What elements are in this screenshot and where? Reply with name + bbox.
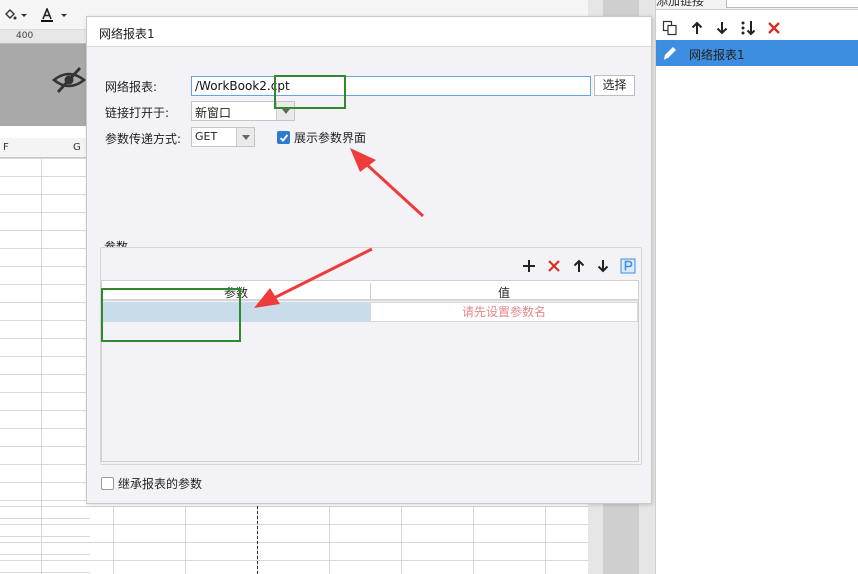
column-f-label: F (3, 142, 9, 153)
inherit-params-checkbox[interactable] (101, 477, 114, 490)
font-color-icon[interactable] (40, 8, 54, 22)
column-header-value: 值 (498, 286, 511, 300)
choose-button[interactable]: 选择 (594, 75, 635, 96)
link-panel-toolbar (656, 14, 858, 40)
column-header: F G (0, 138, 90, 158)
link-list-item[interactable]: 网络报表1 (656, 40, 858, 66)
edit-pencil-icon (663, 47, 676, 60)
show-params-label: 展示参数界面 (294, 131, 367, 145)
ruler-label: 400 (16, 31, 34, 41)
add-icon[interactable] (521, 258, 537, 274)
move-down-icon[interactable] (714, 20, 730, 36)
link-type-select[interactable] (726, 0, 858, 8)
sort-icon[interactable] (740, 20, 756, 36)
link-panel-title: 添加链接 (656, 0, 705, 8)
dialog-title-bar: 网络报表1 (87, 17, 651, 47)
ruler: 400 (0, 30, 90, 44)
open-in-value: 新窗口 (195, 106, 232, 120)
dropdown-arrow-icon[interactable] (60, 8, 68, 22)
move-down-icon[interactable] (595, 258, 611, 274)
dialog-title: 网络报表1 (99, 27, 155, 41)
link-item-label: 网络报表1 (689, 48, 745, 62)
column-divider (370, 283, 371, 299)
move-up-icon[interactable] (689, 20, 705, 36)
parameter-p-icon[interactable] (620, 258, 636, 274)
dropdown-arrow-icon[interactable] (20, 8, 28, 22)
param-method-value: GET (195, 130, 218, 143)
delete-icon[interactable] (766, 20, 782, 36)
checkmark-icon (279, 134, 289, 142)
network-report-dialog: 网络报表1 网络报表: /WorkBook2.cpt 选择 链接打开于: 新窗口… (86, 16, 652, 504)
highlight-box (274, 75, 346, 109)
page-break-line (257, 506, 258, 574)
link-panel: 添加链接 网络报表1 (655, 0, 858, 574)
report-path-input[interactable]: /WorkBook2.cpt (191, 76, 591, 96)
param-value-cell[interactable]: 请先设置参数名 (370, 302, 638, 322)
cell-grid[interactable] (0, 506, 590, 574)
param-method-label: 参数传递方式: (105, 132, 182, 146)
hidden-eye-icon (52, 67, 86, 93)
copy-icon[interactable] (662, 20, 678, 36)
param-method-select[interactable]: GET (191, 127, 255, 147)
inherit-params-label: 继承报表的参数 (118, 477, 203, 491)
paint-bucket-icon[interactable] (3, 8, 17, 22)
report-label: 网络报表: (105, 80, 158, 94)
move-up-icon[interactable] (571, 258, 587, 274)
open-in-label: 链接打开于: (105, 106, 170, 120)
show-params-checkbox[interactable] (277, 131, 290, 144)
delete-icon[interactable] (546, 258, 562, 274)
column-g-label: G (73, 142, 81, 153)
spacer (0, 126, 90, 138)
link-panel-header: 添加链接 (656, 0, 858, 10)
chevron-down-icon[interactable] (236, 128, 254, 146)
highlight-box (101, 288, 241, 342)
params-group: 参数 值 请先设置参数名 (100, 247, 642, 465)
